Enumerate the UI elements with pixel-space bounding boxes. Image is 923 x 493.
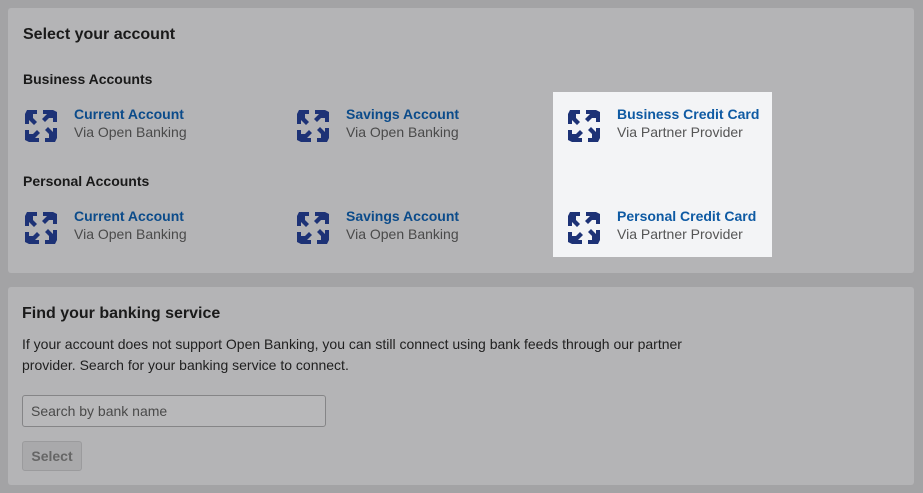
account-name: Current Account <box>74 208 184 224</box>
logo-chevron <box>568 212 580 227</box>
bank-logo-icon <box>568 212 600 244</box>
logo-chevron <box>585 110 600 122</box>
bank-logo-icon <box>25 212 57 244</box>
panel-title: Select your account <box>23 26 176 43</box>
personal-current-account[interactable]: Current Account Via Open Banking <box>23 208 223 248</box>
account-provider: Via Open Banking <box>74 124 187 140</box>
bank-logo-icon <box>297 110 329 142</box>
business-accounts-heading: Business Accounts <box>23 71 153 87</box>
business-savings-account[interactable]: Savings Account Via Open Banking <box>295 106 495 146</box>
logo-chevron <box>25 212 37 227</box>
account-provider: Via Partner Provider <box>617 226 743 242</box>
logo-chevron <box>568 130 583 142</box>
logo-chevron <box>297 232 312 244</box>
find-banking-service-panel: Find your banking service If your accoun… <box>8 287 914 485</box>
account-provider: Via Open Banking <box>346 124 459 140</box>
logo-chevron <box>317 229 329 244</box>
business-current-account[interactable]: Current Account Via Open Banking <box>23 106 223 146</box>
bank-logo-icon <box>25 110 57 142</box>
account-name: Personal Credit Card <box>617 208 757 224</box>
logo-chevron <box>317 127 329 142</box>
logo-chevron <box>314 212 329 224</box>
business-credit-card[interactable]: Business Credit Card Via Partner Provide… <box>566 106 766 146</box>
logo-chevron <box>45 229 57 244</box>
panel-title: Find your banking service <box>22 305 221 322</box>
select-account-panel: Select your account Business Accounts Cu… <box>8 8 914 273</box>
logo-chevron <box>585 212 600 224</box>
logo-chevron <box>314 110 329 122</box>
account-name: Business Credit Card <box>617 106 760 122</box>
account-name: Savings Account <box>346 208 460 224</box>
personal-credit-card[interactable]: Personal Credit Card Via Partner Provide… <box>566 208 766 248</box>
logo-chevron <box>588 127 600 142</box>
logo-chevron <box>568 232 583 244</box>
logo-chevron <box>25 130 40 142</box>
logo-chevron <box>42 212 57 224</box>
logo-chevron <box>568 110 580 125</box>
bank-logo-icon <box>297 212 329 244</box>
logo-chevron <box>588 229 600 244</box>
select-button[interactable]: Select <box>22 441 82 471</box>
account-provider: Via Partner Provider <box>617 124 743 140</box>
bank-logo-icon <box>568 110 600 142</box>
logo-chevron <box>25 232 40 244</box>
logo-chevron <box>297 110 309 125</box>
logo-chevron <box>297 212 309 227</box>
account-provider: Via Open Banking <box>74 226 187 242</box>
logo-chevron <box>45 127 57 142</box>
account-provider: Via Open Banking <box>346 226 459 242</box>
personal-savings-account[interactable]: Savings Account Via Open Banking <box>295 208 495 248</box>
account-name: Current Account <box>74 106 184 122</box>
logo-chevron <box>297 130 312 142</box>
description-text: If your account does not support Open Ba… <box>22 336 682 373</box>
bank-search-input[interactable] <box>22 395 326 427</box>
logo-chevron <box>42 110 57 122</box>
logo-chevron <box>25 110 37 125</box>
personal-accounts-heading: Personal Accounts <box>23 173 150 189</box>
account-name: Savings Account <box>346 106 460 122</box>
